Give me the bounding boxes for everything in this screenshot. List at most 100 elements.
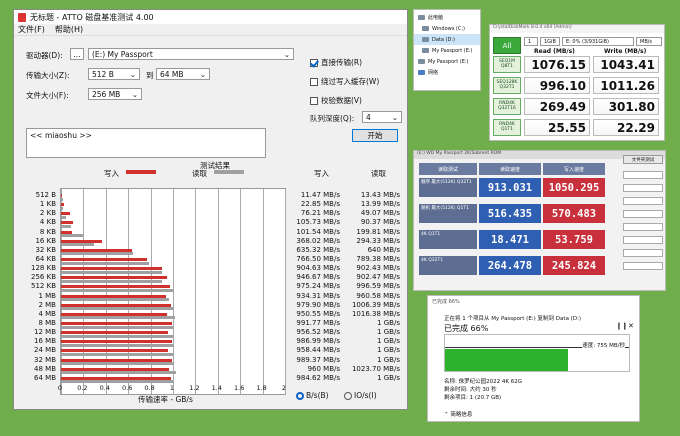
as-ssd-row-label[interactable]: 顺序 最大(512K) Q32T1 <box>419 178 477 197</box>
cdm-row-label[interactable]: SEQ1M Q8T1 <box>493 56 521 73</box>
file-size-select[interactable]: 256 MB ⌄ <box>88 88 142 100</box>
tree-item-network[interactable]: 网络 <box>414 67 480 78</box>
as-ssd-option-field[interactable] <box>623 171 663 179</box>
tree-item-e[interactable]: My Passport (E:) <box>414 45 480 56</box>
row-label: 64 MB <box>34 373 56 382</box>
write-value: 975.24 MB/s <box>296 282 340 291</box>
atto-app-icon <box>18 12 26 22</box>
as-ssd-side-button[interactable]: 文件夹测试 <box>623 155 663 164</box>
as-ssd-row: 4K Q32T1 264.478 245.824 <box>419 256 605 275</box>
row-label: 32 KB <box>35 245 56 254</box>
as-ssd-option-field[interactable] <box>623 249 663 257</box>
pause-icon[interactable]: ❙❙ <box>616 322 628 330</box>
cdm-write-value: 1011.26 <box>593 77 659 94</box>
x-tick-label: 1.2 <box>189 384 200 392</box>
direct-io-checkbox[interactable]: 直接传输(R) <box>310 57 362 68</box>
row-label: 8 MB <box>38 319 56 327</box>
x-tick-label: 1 <box>169 384 175 392</box>
tree-item-pc[interactable]: 此电脑 <box>414 12 480 23</box>
cdm-runs-select[interactable]: 1 <box>524 37 538 46</box>
queue-depth-select[interactable]: 4 ⌄ <box>362 111 402 123</box>
copy-less-info[interactable]: ⌃ 简略信息 <box>444 410 472 418</box>
results-chart <box>60 188 286 395</box>
read-value: 13.99 MB/s <box>360 200 400 209</box>
transfer-from-select[interactable]: 512 B ⌄ <box>88 68 140 80</box>
drive-select[interactable]: (E:) My Passport ⌄ <box>88 48 294 60</box>
gridline <box>240 189 242 394</box>
row-label: 16 KB <box>35 236 56 245</box>
tree-item-label: Data (D:) <box>432 36 455 43</box>
write-value: 22.85 MB/s <box>300 200 340 209</box>
explorer-panel: 此电脑 Windows (C:) Data (D:) My Passport (… <box>413 9 481 91</box>
crystaldiskmark-window: CrystalDiskMark 8.0.4 x64 [Admin] All 1 … <box>489 24 665 141</box>
cdm-row-label[interactable]: SEQ128K Q32T1 <box>493 77 521 94</box>
x-tick-label: 1.4 <box>211 384 222 392</box>
as-ssd-option-field[interactable] <box>623 210 663 218</box>
write-value: 958.44 MB/s <box>296 346 340 355</box>
read-value: 49.07 MB/s <box>360 209 400 218</box>
queue-depth-label: 队列深度(Q): <box>310 114 355 123</box>
transfer-to-select[interactable]: 64 MB ⌄ <box>156 68 210 80</box>
chevron-down-icon: ⌄ <box>199 69 206 79</box>
cdm-read-value: 996.10 <box>524 77 590 94</box>
as-ssd-head-read: 读取速度 <box>479 163 541 175</box>
cdm-all-button[interactable]: All <box>493 37 521 54</box>
row-label: 2 KB <box>39 209 56 218</box>
as-ssd-option-field[interactable] <box>623 184 663 192</box>
read-bar <box>61 206 63 210</box>
as-ssd-write-value: 53.759 <box>543 230 605 249</box>
read-value: 902.47 MB/s <box>356 273 400 282</box>
tree-item-label: Windows (C:) <box>432 25 465 32</box>
legend-write-label: 写入 <box>104 169 119 178</box>
x-tick-label: 0.6 <box>122 384 133 392</box>
as-ssd-option-field[interactable] <box>623 197 663 205</box>
start-button[interactable]: 开始 <box>352 129 398 142</box>
menu-help[interactable]: 帮助(H) <box>55 24 83 35</box>
as-ssd-option-field[interactable] <box>623 236 663 244</box>
cdm-row-label[interactable]: RND4K Q1T1 <box>493 119 521 136</box>
verify-label: 校验数据(V) <box>321 96 362 105</box>
as-ssd-row-label[interactable]: 4K Q1T1 <box>419 230 477 249</box>
verify-checkbox[interactable]: 校验数据(V) <box>310 95 362 106</box>
drive-icon <box>422 48 429 53</box>
read-bar <box>61 334 173 338</box>
read-bar <box>61 224 72 228</box>
cdm-unit-select[interactable]: MB/s <box>636 37 662 46</box>
x-tick-label: 0.8 <box>144 384 155 392</box>
radio-empty-icon <box>344 392 352 400</box>
as-ssd-option-field[interactable] <box>623 223 663 231</box>
read-value: 1 GB/s <box>377 373 400 382</box>
tree-item-d[interactable]: Data (D:) <box>414 34 480 45</box>
drive-icon <box>418 59 425 64</box>
drive-browse-button[interactable]: ... <box>70 48 84 60</box>
tree-item-c[interactable]: Windows (C:) <box>414 23 480 34</box>
copy-details: 名称: 侏罗纪公园2022 4K 62G 剩余时间: 大约 30 秒 剩余项目:… <box>444 378 522 402</box>
as-ssd-read-value: 264.478 <box>479 256 541 275</box>
read-value: 13.43 MB/s <box>360 191 400 199</box>
read-value: 1 GB/s <box>377 346 400 355</box>
cdm-row: RND4K Q32T16 269.49 301.80 <box>493 98 661 115</box>
as-ssd-row-label[interactable]: 随机 最大(512K) Q1T1 <box>419 204 477 223</box>
x-axis-ticks: 0 0.2 0.4 0.6 0.8 1 1.2 1.4 1.6 1.8 2 <box>58 384 286 394</box>
bypass-cache-checkbox[interactable]: 绕过写入缓存(W) <box>310 76 379 87</box>
cancel-icon[interactable]: ✕ <box>628 322 634 330</box>
read-value: 996.59 MB/s <box>356 282 400 291</box>
cdm-size-select[interactable]: 1GiB <box>540 37 560 46</box>
menu-file[interactable]: 文件(F) <box>18 24 45 35</box>
as-ssd-row-label[interactable]: 4K Q32T1 <box>419 256 477 275</box>
cdm-drive-select[interactable]: E: 0% (3/931GiB) <box>562 37 634 46</box>
unit-bs-radio[interactable]: B/s(B) <box>296 391 329 400</box>
as-ssd-row: 顺序 最大(512K) Q32T1 913.031 1050.295 <box>419 178 605 197</box>
notes-field[interactable]: << miaoshu >> <box>26 128 266 158</box>
tree-item-e2[interactable]: My Passport (E:) <box>414 56 480 67</box>
read-bar <box>61 288 173 292</box>
cdm-row: SEQ1M Q8T1 1076.15 1043.41 <box>493 56 661 73</box>
as-ssd-option-field[interactable] <box>623 262 663 270</box>
read-bar <box>61 270 163 274</box>
read-bar <box>61 380 173 384</box>
unit-ios-label: IO/s(I) <box>354 391 377 400</box>
cdm-row-label[interactable]: RND4K Q32T16 <box>493 98 521 115</box>
write-value: 984.62 MB/s <box>296 373 340 382</box>
checkbox-empty-icon <box>310 78 318 86</box>
unit-ios-radio[interactable]: IO/s(I) <box>344 391 377 400</box>
